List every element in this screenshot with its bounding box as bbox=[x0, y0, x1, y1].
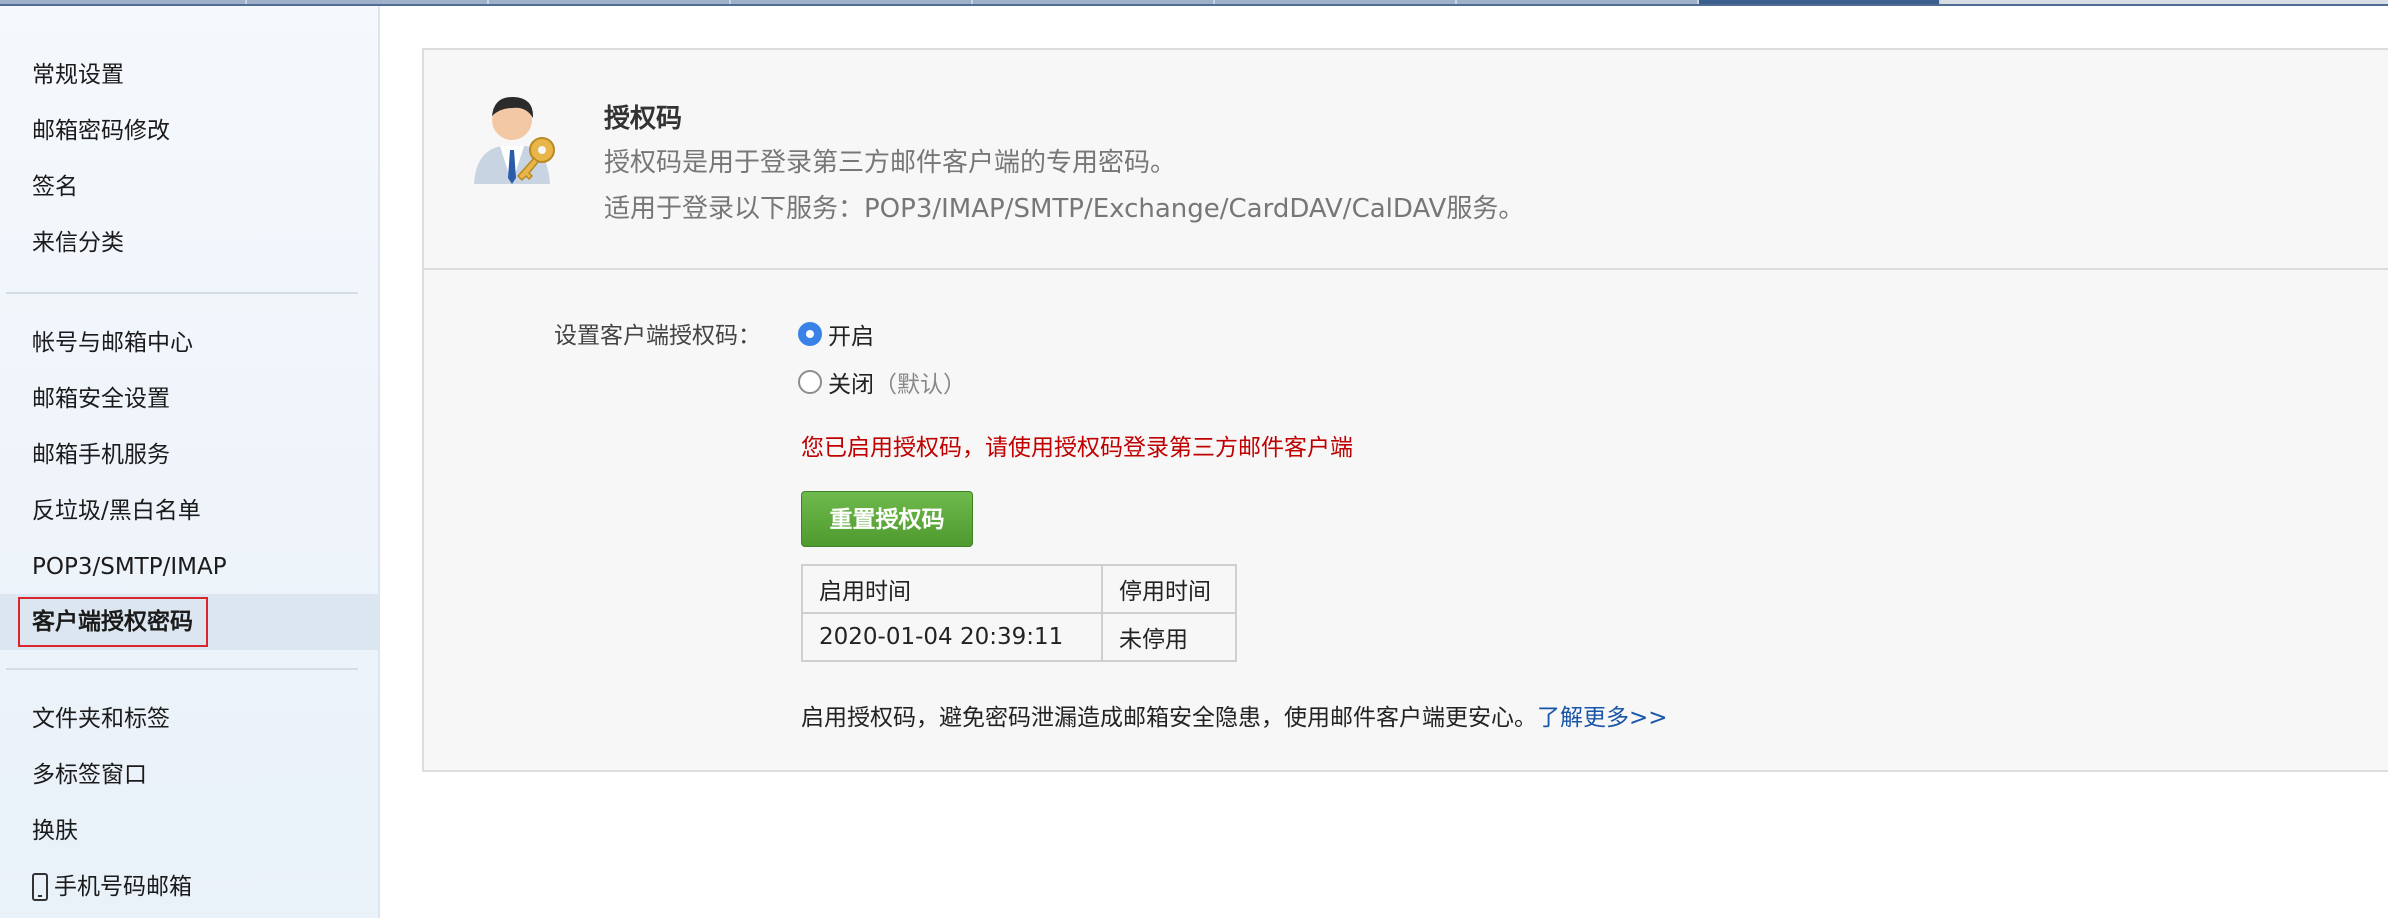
setting-label: 设置客户端授权码： bbox=[554, 323, 761, 349]
panel-description: 授权码是用于登录第三方邮件客户端的专用密码。 bbox=[604, 148, 1177, 178]
sidebar-item-client-auth-code[interactable]: 客户端授权密码 bbox=[32, 600, 193, 644]
sidebar-item-signature[interactable]: 签名 bbox=[32, 165, 78, 209]
learn-more-link[interactable]: 了解更多>> bbox=[1537, 705, 1668, 731]
radio-option-enable[interactable]: 开启 bbox=[798, 317, 874, 351]
sidebar-item-antispam[interactable]: 反垃圾/黑白名单 bbox=[32, 489, 201, 533]
top-tab[interactable] bbox=[1457, 0, 1699, 4]
top-tab[interactable] bbox=[0, 0, 247, 4]
top-tab-active[interactable] bbox=[1699, 0, 1941, 4]
sidebar-item-password[interactable]: 邮箱密码修改 bbox=[32, 109, 170, 153]
top-tab[interactable] bbox=[973, 0, 1215, 4]
table-header-enabled-time: 启用时间 bbox=[801, 564, 1103, 614]
radio-checked[interactable] bbox=[798, 322, 822, 346]
radio-label: 开启 bbox=[828, 324, 874, 350]
sidebar-item-multi-tab[interactable]: 多标签窗口 bbox=[32, 753, 147, 797]
auth-code-table: 启用时间 停用时间 2020-01-04 20:39:11 未停用 bbox=[801, 564, 1237, 662]
sidebar-item-security[interactable]: 邮箱安全设置 bbox=[32, 377, 170, 421]
sidebar-item-folders-tags[interactable]: 文件夹和标签 bbox=[32, 697, 170, 741]
top-tab[interactable] bbox=[1215, 0, 1457, 4]
sidebar-divider bbox=[6, 292, 358, 294]
sidebar-item-account-center[interactable]: 帐号与邮箱中心 bbox=[32, 321, 193, 365]
top-tab-strip-rest bbox=[1941, 0, 2388, 4]
sidebar-item-pop3-smtp-imap[interactable]: POP3/SMTP/IMAP bbox=[32, 545, 227, 589]
radio-default-note: （默认） bbox=[874, 372, 966, 398]
panel-description-services: 适用于登录以下服务：POP3/IMAP/SMTP/Exchange/CardDA… bbox=[604, 194, 1525, 224]
phone-icon bbox=[32, 873, 48, 901]
sidebar-item-mobile-service[interactable]: 邮箱手机服务 bbox=[32, 433, 170, 477]
user-key-icon bbox=[474, 96, 555, 184]
top-tab[interactable] bbox=[731, 0, 973, 4]
radio-unchecked[interactable] bbox=[798, 370, 822, 394]
auth-code-panel: 授权码 授权码是用于登录第三方邮件客户端的专用密码。 适用于登录以下服务：POP… bbox=[422, 48, 2388, 772]
table-header-disabled-time: 停用时间 bbox=[1101, 564, 1237, 614]
table-cell-disabled-time: 未停用 bbox=[1101, 612, 1237, 662]
table-cell-enabled-time: 2020-01-04 20:39:11 bbox=[801, 612, 1103, 662]
panel-title: 授权码 bbox=[604, 104, 683, 134]
table-row: 2020-01-04 20:39:11 未停用 bbox=[801, 612, 1237, 662]
sidebar-item-skin[interactable]: 换肤 bbox=[32, 809, 78, 853]
sidebar-item-mail-rules[interactable]: 来信分类 bbox=[32, 221, 124, 265]
panel-header: 授权码 授权码是用于登录第三方邮件客户端的专用密码。 适用于登录以下服务：POP… bbox=[424, 50, 2388, 270]
top-tab[interactable] bbox=[489, 0, 731, 4]
table-header-row: 启用时间 停用时间 bbox=[801, 564, 1237, 614]
sidebar-divider bbox=[6, 668, 358, 670]
sidebar-item-phone-mailbox[interactable]: 手机号码邮箱 bbox=[32, 865, 192, 909]
footer-text: 启用授权码，避免密码泄漏造成邮箱安全隐患，使用邮件客户端更安心。 bbox=[801, 705, 1537, 731]
top-tab[interactable] bbox=[247, 0, 489, 4]
sidebar-item-general[interactable]: 常规设置 bbox=[32, 53, 124, 97]
reset-auth-code-button[interactable]: 重置授权码 bbox=[801, 491, 973, 547]
sidebar-item-label: 手机号码邮箱 bbox=[54, 874, 192, 900]
radio-label: 关闭 bbox=[828, 372, 874, 398]
status-notice: 您已启用授权码，请使用授权码登录第三方邮件客户端 bbox=[801, 435, 1353, 461]
radio-option-disable[interactable]: 关闭 （默认） bbox=[798, 365, 966, 399]
footer-note: 启用授权码，避免密码泄漏造成邮箱安全隐患，使用邮件客户端更安心。了解更多>> bbox=[801, 698, 1668, 732]
settings-sidebar: 常规设置 邮箱密码修改 签名 来信分类 帐号与邮箱中心 邮箱安全设置 邮箱手机服… bbox=[0, 6, 380, 918]
